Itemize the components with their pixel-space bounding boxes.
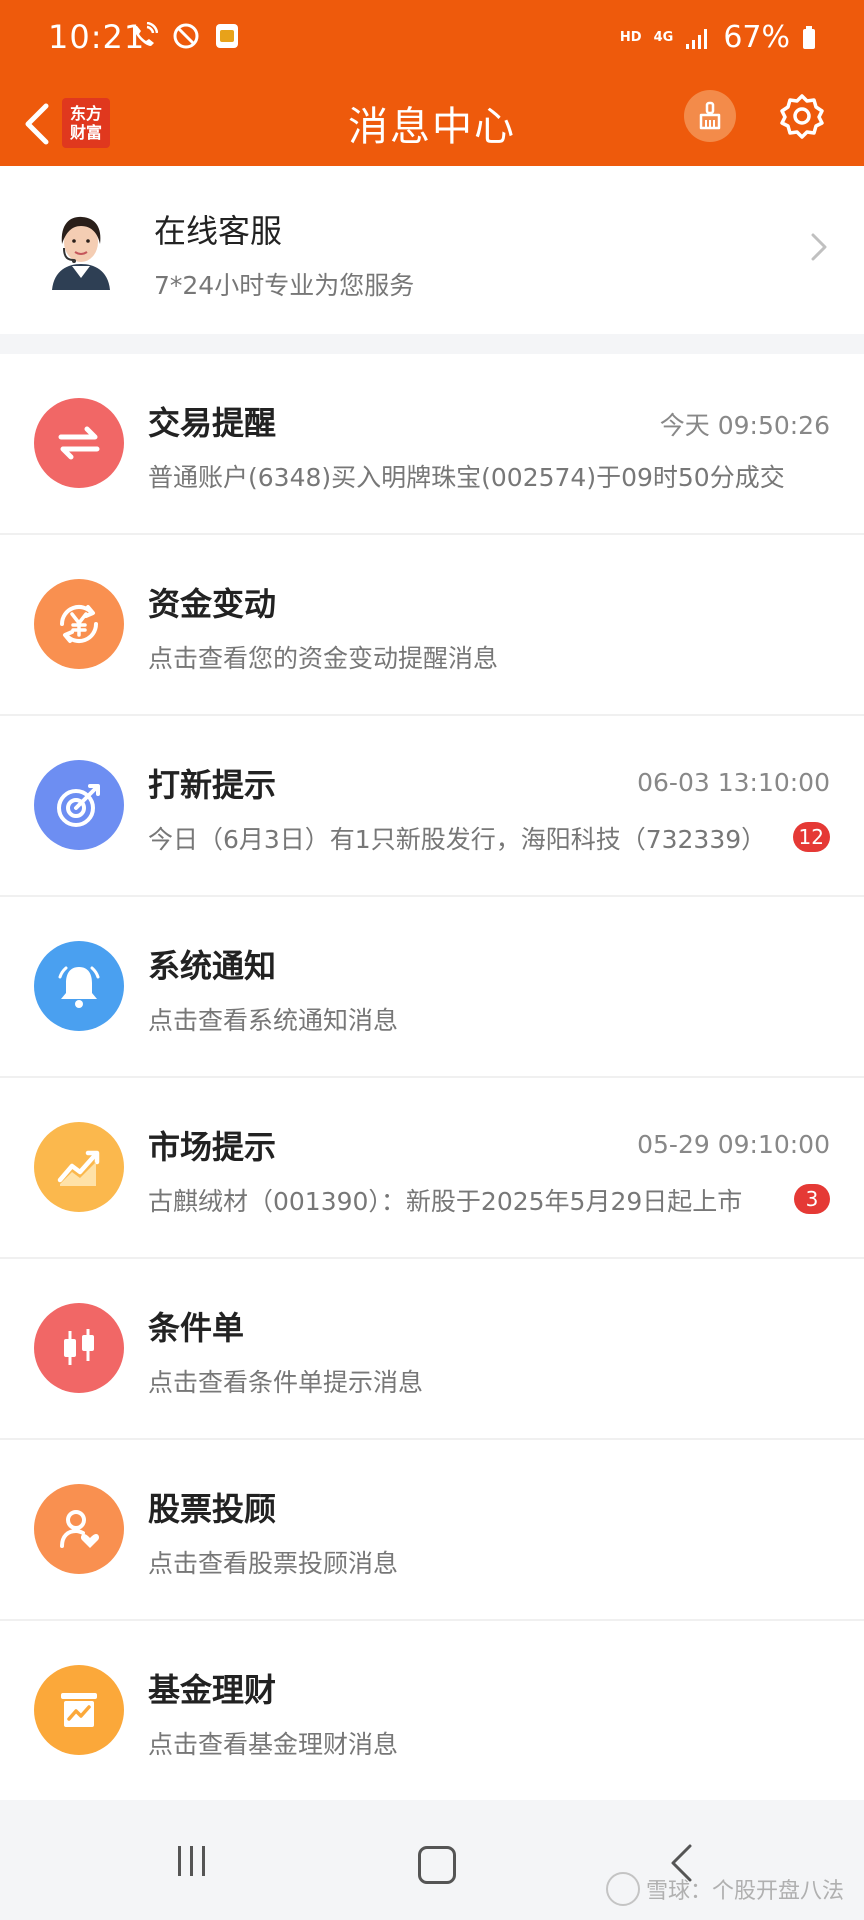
message-preview: 点击查看股票投顾消息 <box>148 1549 399 1578</box>
message-time: 今天 09:50:26 <box>659 411 830 440</box>
broom-icon <box>699 101 721 130</box>
trend-chart-icon <box>34 1122 124 1212</box>
yuan-cycle-icon <box>34 579 124 669</box>
network-type: 4G <box>653 30 674 45</box>
message-preview: 普通账户(6348)买入明牌珠宝(002574)于09时50分成交 <box>148 463 785 492</box>
message-title: 基金理财 <box>148 1671 277 1709</box>
message-title: 市场提示 <box>148 1128 277 1166</box>
status-right-icons: HD 4G 67% <box>620 20 816 55</box>
nav-bar: 东方 财富 消息中心 <box>0 84 864 166</box>
message-list: 交易提醒 今天 09:50:26 普通账户(6348)买入明牌珠宝(002574… <box>0 354 864 1800</box>
fund-chart-icon <box>34 1665 124 1755</box>
signal-icon <box>686 28 708 49</box>
watermark-text: 雪球：个股开盘八法 <box>645 1879 844 1904</box>
message-preview: 点击查看系统通知消息 <box>148 1006 399 1035</box>
do-not-disturb-icon <box>173 23 199 49</box>
message-time: 05-29 09:10:00 <box>637 1130 830 1159</box>
online-service-card[interactable]: 在线客服 7*24小时专业为您服务 <box>0 166 864 334</box>
message-title: 股票投顾 <box>148 1490 277 1528</box>
unread-count-badge: 3 <box>794 1184 830 1214</box>
settings-button[interactable] <box>774 88 830 144</box>
message-title: 资金变动 <box>148 585 277 623</box>
chevron-right-icon <box>810 232 828 266</box>
message-item-fund-change[interactable]: 资金变动 点击查看您的资金变动提醒消息 <box>0 535 864 716</box>
status-bar: 10:21 HD 4G 67% <box>0 0 864 80</box>
message-title: 打新提示 <box>148 766 277 804</box>
battery-icon <box>803 25 815 49</box>
wifi-call-icon <box>134 22 158 46</box>
status-left-icons <box>130 22 240 50</box>
target-icon <box>34 760 124 850</box>
service-subtitle: 7*24小时专业为您服务 <box>154 271 415 300</box>
home-button[interactable] <box>418 1846 456 1884</box>
message-title: 系统通知 <box>148 947 277 985</box>
exchange-arrows-icon <box>34 398 124 488</box>
message-item-trade-alert[interactable]: 交易提醒 今天 09:50:26 普通账户(6348)买入明牌珠宝(002574… <box>0 354 864 535</box>
system-navigation-bar: 雪球：个股开盘八法 <box>0 1812 864 1920</box>
gear-icon <box>780 94 824 139</box>
message-preview: 点击查看您的资金变动提醒消息 <box>148 644 499 673</box>
hd-indicator: HD <box>619 30 642 45</box>
message-preview: 点击查看基金理财消息 <box>148 1730 399 1759</box>
recent-apps-button[interactable] <box>178 1846 205 1876</box>
message-item-market-notice[interactable]: 市场提示 05-29 09:10:00 古麒绒材（001390）：新股于2025… <box>0 1078 864 1259</box>
watermark: 雪球：个股开盘八法 <box>605 1872 844 1906</box>
message-preview: 古麒绒材（001390）：新股于2025年5月29日起上市 <box>148 1187 743 1216</box>
message-preview: 点击查看条件单提示消息 <box>148 1368 424 1397</box>
candlestick-icon <box>34 1303 124 1393</box>
service-title: 在线客服 <box>154 212 283 250</box>
message-time: 06-03 13:10:00 <box>637 768 830 797</box>
message-title: 交易提醒 <box>148 404 277 442</box>
top-header: 10:21 HD 4G 67% 东方 财富 消息中心 <box>0 0 864 166</box>
unread-count-badge: 12 <box>792 822 830 852</box>
message-item-conditional-order[interactable]: 条件单 点击查看条件单提示消息 <box>0 1259 864 1440</box>
message-preview: 今日（6月3日）有1只新股发行，海阳科技（732339） <box>148 825 767 854</box>
app-notification-icon <box>216 24 238 48</box>
snowball-logo-icon <box>605 1872 640 1906</box>
bell-icon <box>34 941 124 1031</box>
advisor-icon <box>34 1484 124 1574</box>
message-item-stock-advisor[interactable]: 股票投顾 点击查看股票投顾消息 <box>0 1440 864 1621</box>
clear-messages-button[interactable] <box>684 90 736 142</box>
message-item-system-notice[interactable]: 系统通知 点击查看系统通知消息 <box>0 897 864 1078</box>
message-item-fund-finance[interactable]: 基金理财 点击查看基金理财消息 <box>0 1621 864 1800</box>
battery-percent: 67% <box>723 20 790 55</box>
message-item-ipo-reminder[interactable]: 打新提示 06-03 13:10:00 今日（6月3日）有1只新股发行，海阳科技… <box>0 716 864 897</box>
message-title: 条件单 <box>148 1309 245 1347</box>
service-agent-avatar <box>44 208 118 290</box>
